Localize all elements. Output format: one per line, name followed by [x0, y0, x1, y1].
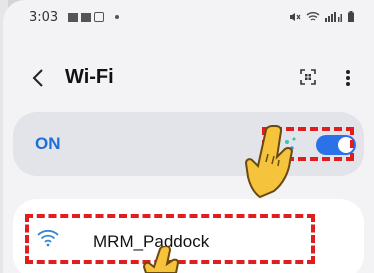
hand-pointer-icon [142, 246, 180, 273]
status-bar: 3:03 [3, 0, 374, 36]
app-bar: Wi-Fi [3, 58, 374, 98]
battery-icon [348, 11, 354, 22]
more-vertical-icon[interactable] [346, 68, 350, 88]
status-system-icons [289, 11, 354, 22]
wifi-state-label: ON [35, 134, 61, 153]
page-title: Wi-Fi [65, 66, 114, 88]
grid-notification-icon [68, 12, 78, 22]
cell-signal-icon [325, 11, 342, 22]
hand-pointer-icon [244, 125, 294, 199]
status-notification-icons [68, 12, 119, 22]
status-time: 3:03 [29, 10, 59, 25]
wifi-signal-icon [306, 12, 320, 21]
mute-icon [290, 12, 301, 21]
grid-notification-icon [81, 12, 91, 22]
chevron-left-icon[interactable] [31, 67, 45, 89]
qr-scan-icon[interactable] [300, 69, 316, 85]
photo-notification-icon [94, 12, 104, 22]
dot-icon [115, 15, 119, 19]
